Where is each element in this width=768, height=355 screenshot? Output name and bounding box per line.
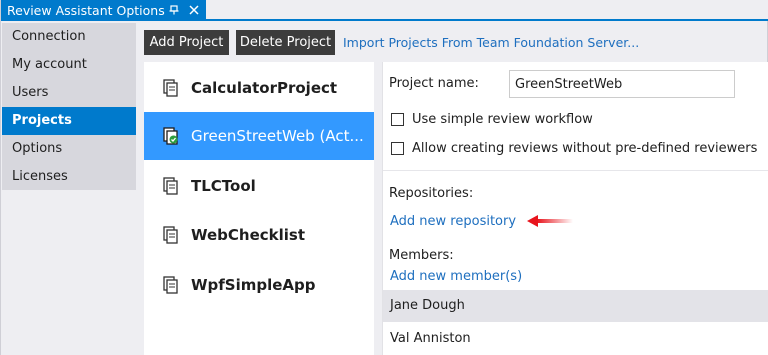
project-item-calculatorproject[interactable]: CalculatorProject (144, 64, 374, 112)
project-list: CalculatorProject GreenStreetWeb (Act... (144, 62, 374, 355)
pin-icon[interactable] (167, 3, 181, 17)
options-nav: Connection My account Users Projects Opt… (2, 23, 136, 190)
simple-workflow-checkbox[interactable]: Use simple review workflow (391, 112, 593, 127)
close-icon[interactable] (187, 3, 201, 17)
project-item-greenstreetweb[interactable]: GreenStreetWeb (Act... (144, 112, 374, 160)
options-window: Review Assistant Options Connection My a… (0, 0, 768, 355)
nav-item-my-account[interactable]: My account (2, 51, 136, 79)
project-item-webchecklist[interactable]: WebChecklist (144, 211, 374, 259)
add-member-link[interactable]: Add new member(s) (390, 269, 522, 284)
project-icon (162, 276, 180, 294)
project-item-tlctool[interactable]: TLCTool (144, 162, 374, 210)
project-active-icon (162, 127, 180, 145)
red-arrow-icon (527, 213, 573, 229)
allow-reviews-checkbox[interactable]: Allow creating reviews without pre-defin… (391, 141, 757, 156)
nav-item-users[interactable]: Users (2, 79, 136, 107)
add-repository-link[interactable]: Add new repository (390, 214, 516, 229)
project-name: WebChecklist (191, 226, 306, 244)
nav-item-projects[interactable]: Projects (2, 107, 136, 135)
delete-project-button[interactable]: Delete Project (236, 30, 335, 55)
nav-item-connection[interactable]: Connection (2, 23, 136, 51)
window-title-tab[interactable]: Review Assistant Options (1, 0, 206, 21)
divider (383, 170, 768, 171)
member-row[interactable]: Val Anniston (383, 323, 768, 355)
project-name: TLCTool (191, 177, 256, 195)
checkbox-box[interactable] (391, 142, 404, 155)
project-name-label: Project name: (389, 76, 479, 91)
add-project-button[interactable]: Add Project (144, 30, 229, 55)
title-bar: Review Assistant Options (1, 0, 768, 21)
project-icon (162, 79, 180, 97)
project-name: CalculatorProject (191, 79, 338, 97)
window-title: Review Assistant Options (7, 3, 165, 18)
repositories-heading: Repositories: (389, 186, 474, 201)
allow-reviews-label: Allow creating reviews without pre-defin… (412, 141, 758, 156)
checkbox-box[interactable] (391, 113, 404, 126)
nav-empty-area (2, 190, 136, 354)
project-name: GreenStreetWeb (Act... (191, 127, 364, 145)
members-heading: Members: (389, 248, 454, 263)
project-icon (162, 177, 180, 195)
project-item-wpfsimpleapp[interactable]: WpfSimpleApp (144, 261, 374, 309)
project-details-panel: Project name: Use simple review workflow… (382, 62, 768, 355)
project-name: WpfSimpleApp (191, 276, 316, 294)
import-projects-link[interactable]: Import Projects From Team Foundation Ser… (343, 35, 639, 50)
nav-item-licenses[interactable]: Licenses (2, 163, 136, 191)
nav-item-options[interactable]: Options (2, 135, 136, 163)
member-row[interactable]: Jane Dough (383, 290, 768, 322)
project-name-input[interactable] (509, 70, 735, 98)
project-icon (162, 226, 180, 244)
simple-workflow-label: Use simple review workflow (412, 112, 593, 127)
